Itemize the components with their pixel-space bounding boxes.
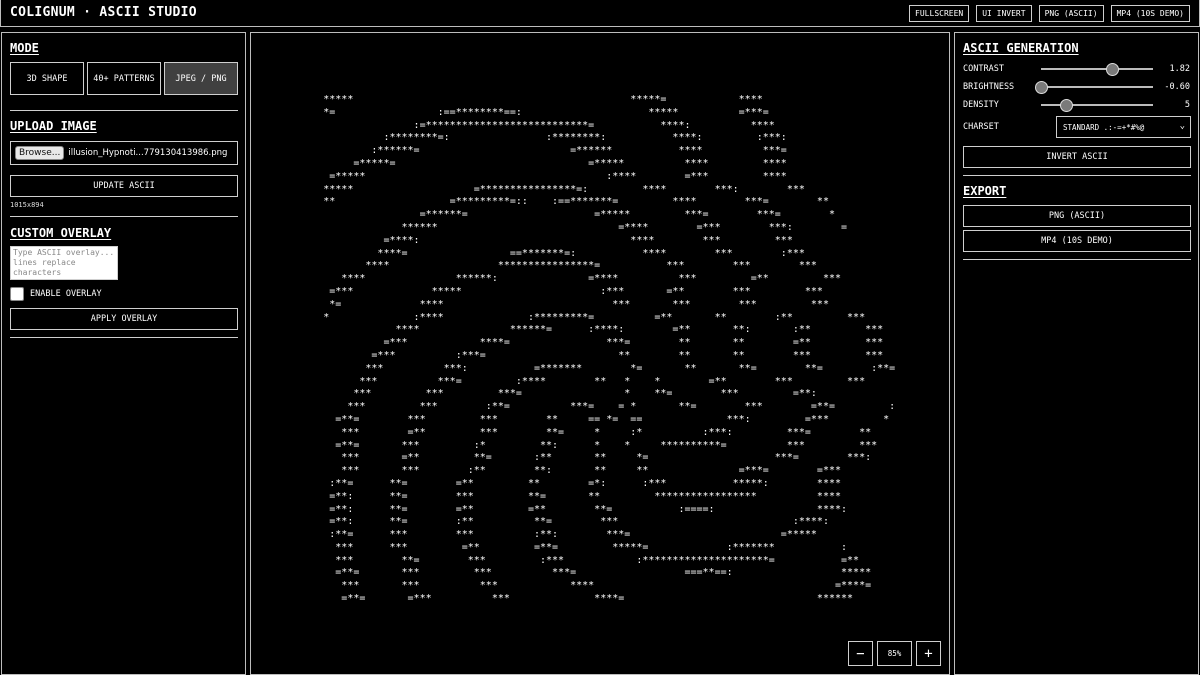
png-export-button[interactable]: PNG (ASCII) — [963, 205, 1191, 227]
brightness-slider[interactable] — [1035, 81, 1153, 94]
slider-thumb[interactable] — [1059, 99, 1073, 112]
enable-overlay-checkbox[interactable] — [10, 287, 24, 301]
divider — [963, 259, 1191, 260]
contrast-label: CONTRAST — [963, 64, 1004, 74]
upload-title: UPLOAD IMAGE — [10, 119, 97, 133]
overlay-title: CUSTOM OVERLAY — [10, 226, 112, 240]
divider — [10, 216, 238, 217]
top-bar: COLIGNUM · ASCII STUDIO FULLSCREEN UI IN… — [0, 0, 1200, 27]
slider-thumb[interactable] — [1035, 81, 1048, 94]
invert-ascii-button[interactable]: INVERT ASCII — [963, 146, 1191, 168]
brightness-value: -0.60 — [1164, 82, 1190, 92]
slider-track — [1041, 68, 1153, 70]
zoom-level: 85% — [877, 641, 912, 666]
image-dimensions: 1015x894 — [10, 201, 44, 209]
mp4-export-top-button[interactable]: MP4 (10S DEMO) — [1110, 5, 1190, 22]
mode-3d-shape-button[interactable]: 3D SHAPE — [10, 62, 84, 95]
density-label: DENSITY — [963, 100, 999, 110]
export-title: EXPORT — [963, 184, 1007, 198]
brightness-label: BRIGHTNESS — [963, 82, 1015, 92]
browse-button[interactable]: Browse... — [15, 146, 65, 160]
file-input[interactable]: Browse... illusion_Hypnoti...77913041398… — [10, 141, 238, 165]
overlay-textarea[interactable]: Type ASCII overlay... lines replace char… — [10, 246, 118, 280]
ascii-canvas: ***** *****= **** *= :==********==: ****… — [250, 32, 950, 675]
slider-track — [1041, 104, 1153, 106]
divider — [10, 110, 238, 111]
charset-select[interactable]: STANDARD .:-=+*#%@ ⌄ — [1056, 116, 1191, 138]
right-panel: ASCII GENERATION CONTRAST 1.82 BRIGHTNES… — [954, 32, 1199, 675]
slider-track — [1041, 86, 1153, 88]
png-export-top-button[interactable]: PNG (ASCII) — [1038, 5, 1104, 22]
left-panel: MODE 3D SHAPE 40+ PATTERNS JPEG / PNG UP… — [1, 32, 246, 675]
zoom-controls: − 85% + — [848, 641, 941, 666]
update-ascii-button[interactable]: UPDATE ASCII — [10, 175, 238, 197]
file-name: illusion_Hypnoti...779130413986.png — [68, 148, 228, 158]
enable-overlay-label: ENABLE OVERLAY — [30, 289, 102, 299]
divider — [10, 337, 238, 338]
slider-thumb[interactable] — [1105, 63, 1119, 76]
zoom-out-button[interactable]: − — [848, 641, 873, 666]
ui-invert-button[interactable]: UI INVERT — [976, 5, 1032, 22]
charset-label: CHARSET — [963, 122, 999, 132]
ascii-generation-title: ASCII GENERATION — [963, 41, 1079, 55]
density-slider[interactable] — [1041, 99, 1153, 112]
apply-overlay-button[interactable]: APPLY OVERLAY — [10, 308, 238, 330]
fullscreen-button[interactable]: FULLSCREEN — [909, 5, 970, 22]
mp4-export-button[interactable]: MP4 (10S DEMO) — [963, 230, 1191, 252]
mode-title: MODE — [10, 41, 39, 55]
zoom-in-button[interactable]: + — [916, 641, 941, 666]
contrast-value: 1.82 — [1169, 64, 1190, 74]
density-value: 5 — [1184, 100, 1190, 110]
chevron-down-icon: ⌄ — [1179, 121, 1185, 131]
contrast-slider[interactable] — [1041, 63, 1153, 76]
ascii-output: ***** *****= **** *= :==********==: ****… — [323, 94, 896, 605]
divider — [963, 175, 1191, 176]
mode-patterns-button[interactable]: 40+ PATTERNS — [87, 62, 161, 95]
top-actions: FULLSCREEN UI INVERT PNG (ASCII) MP4 (10… — [909, 5, 1190, 22]
app-title: COLIGNUM · ASCII STUDIO — [10, 5, 197, 20]
mode-jpeg-png-button[interactable]: JPEG / PNG — [164, 62, 238, 95]
charset-value: STANDARD .:-=+*#%@ — [1063, 122, 1145, 132]
